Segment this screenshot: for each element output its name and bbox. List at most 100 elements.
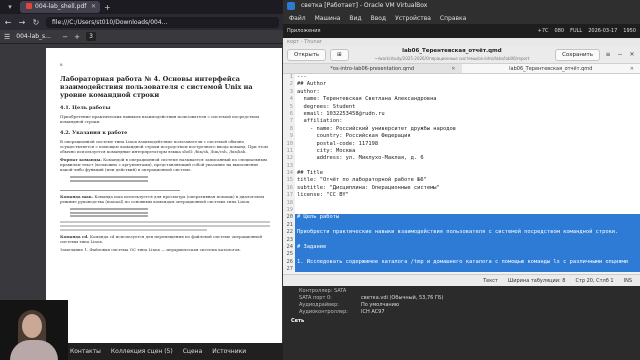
line-number: 21 [283, 221, 295, 230]
line-number: 3 [283, 88, 295, 97]
document-title: lab06_Терентевская_отчёт.qmd [402, 47, 502, 54]
forward-icon[interactable]: → [18, 18, 26, 27]
line-text: degrees: Student [297, 103, 356, 110]
zoom-out-icon[interactable]: − [62, 33, 68, 41]
browser-tab-title: 004-lab_shell.pdf [35, 3, 87, 10]
editor-line[interactable]: 13 [283, 162, 640, 171]
save-button[interactable]: Сохранить [555, 48, 600, 61]
dock-item[interactable]: Сцена [183, 348, 203, 355]
menu-devices[interactable]: Устройства [395, 15, 431, 22]
gedit-window: Открыть ⊞ lab06_Терентевская_отчёт.qmd ~… [283, 46, 640, 286]
panel-tray: +7C 080 FULL 2026-03-17 1950 [538, 28, 640, 34]
editor-line[interactable]: 4 name: Терентевская Светлана Александро… [283, 96, 640, 104]
editor-line[interactable]: 1 --- [283, 74, 640, 82]
page-number-input[interactable]: 3 [86, 32, 97, 41]
minimize-icon[interactable]: − [616, 51, 624, 58]
editor-line[interactable]: 23 [283, 236, 640, 244]
editor-line[interactable]: 22 Приобрести практические навыки взаимод… [283, 229, 640, 237]
menu-input[interactable]: Ввод [371, 15, 386, 22]
menu-machine[interactable]: Машина [315, 15, 341, 22]
line-number: 17 [283, 192, 295, 200]
gedit-title-block: lab06_Терентевская_отчёт.qmd ~/work/stud… [353, 48, 551, 62]
line-text: postal-code: 117198 [297, 140, 379, 147]
line-number: 13 [283, 162, 295, 171]
editor-line[interactable]: 9 country: Российская Федерация [283, 133, 640, 141]
browser-tab[interactable]: 004-lab_shell.pdf ✕ [20, 1, 100, 13]
menu-icon[interactable]: ≡ [604, 51, 612, 58]
close-icon[interactable]: ✕ [628, 51, 636, 58]
applications-menu[interactable]: Приложения [287, 28, 321, 34]
dock-item[interactable]: Коллекция сцен (5) [111, 348, 173, 355]
detail-value: ICH AC97 [361, 309, 385, 315]
menu-help[interactable]: Справка [440, 15, 466, 22]
editor-line[interactable]: 2 ## Author [283, 81, 640, 89]
tab-report[interactable]: lab06_Терентевская_отчёт.qmd ✕ [461, 64, 640, 74]
detail-key: Контроллер: SATA [299, 288, 347, 294]
menu-view[interactable]: Вид [349, 15, 361, 22]
editor-line[interactable]: 8 - name: Российский университет дружбы … [283, 125, 640, 134]
close-tab-icon[interactable]: ✕ [630, 64, 634, 74]
editor-line[interactable]: 26 1. Исследовать содержимое каталога /tm… [283, 258, 640, 267]
editor-line[interactable]: 11 city: Москва [283, 147, 640, 156]
vm-details-panel: Контроллер: SATA SATA порт 0: светка.vdi … [283, 286, 640, 360]
editor-line[interactable]: 6 email: 1032253458@rudn.ru [283, 110, 640, 119]
line-text: - name: Российский университет дружбы на… [297, 125, 457, 132]
editor-line[interactable]: 20 # Цель работы [283, 214, 640, 222]
weather-indicator: +7C [537, 28, 549, 34]
dock-item[interactable]: Контакты [70, 348, 101, 355]
editor-line[interactable]: 3 author: [283, 88, 640, 97]
back-icon[interactable]: ← [4, 18, 12, 27]
guest-top-panel: Приложения +7C 080 FULL 2026-03-17 1950 [283, 24, 640, 38]
line-text: 1. Исследовать содержимое каталога /tmp … [295, 258, 640, 267]
editor-line[interactable]: 5 degrees: Student [283, 103, 640, 111]
cursor-position: Стр 20, Стлб 1 [575, 277, 614, 284]
line-text: name: Терентевская Светлана Александровн… [297, 96, 437, 103]
line-number: 6 [283, 110, 295, 119]
editor-line[interactable]: 12 address: ул. Миклухо-Маклая, д. 6 [283, 155, 640, 163]
zoom-in-icon[interactable]: + [74, 33, 80, 41]
editor-line[interactable]: 7 affiliation: [283, 118, 640, 126]
tab-presentation[interactable]: *os-intro-lab06-presentation.qmd ✕ [283, 64, 462, 73]
guest-display: Приложения +7C 080 FULL 2026-03-17 1950 … [283, 24, 640, 286]
editor-line[interactable]: 18 [283, 199, 640, 208]
sidebar-toggle-icon[interactable]: ☰ [4, 33, 10, 41]
pdf-page: 8 Лабораторная работа № 4. Основы интерф… [46, 48, 282, 358]
new-document-icon[interactable]: ⊞ [330, 48, 349, 61]
editor-line[interactable]: 27 [283, 266, 640, 272]
editor-line[interactable]: 24 # Задание [283, 243, 640, 252]
gedit-statusbar: Текст Ширина табуляции: 8 Стр 20, Стлб 1… [283, 274, 640, 286]
tab-width-selector[interactable]: Ширина табуляции: 8 [508, 278, 566, 284]
text-editor[interactable]: 1 --- 2 ## Author 3 author: 4 name: Терентевск… [283, 74, 640, 272]
detail-row: Аудиодрайвер: По умолчанию [291, 302, 632, 309]
new-tab-icon[interactable]: + [104, 3, 111, 12]
network-section-header[interactable]: Сеть [291, 318, 632, 324]
virtualbox-logo-icon [287, 2, 295, 10]
vbox-window-title: светка [Работает] - Oracle VM VirtualBox [301, 2, 428, 9]
tab-overview-icon[interactable]: ▾ [4, 2, 16, 12]
open-button[interactable]: Открыть [287, 48, 327, 61]
pdf-filename: 004-lab_s... [16, 33, 51, 40]
line-text [295, 163, 297, 170]
language-selector[interactable]: Текст [483, 278, 498, 284]
line-number: 25 [283, 251, 295, 259]
line-text: # Цель работы [295, 214, 640, 222]
dock-item[interactable]: Источники [212, 348, 246, 355]
close-tab-icon[interactable]: ✕ [451, 64, 455, 74]
line-number: 22 [283, 229, 295, 237]
close-tab-icon[interactable]: ✕ [91, 1, 96, 13]
editor-line[interactable]: 25 [283, 251, 640, 259]
address-bar[interactable]: file:///C:/Users/st010/Downloads/004... [46, 16, 279, 28]
line-text: address: ул. Миклухо-Маклая, д. 6 [297, 155, 424, 162]
divider [60, 190, 180, 191]
menu-file[interactable]: Файл [289, 15, 306, 22]
editor-line[interactable]: 17 license: "CC BY" [283, 192, 640, 200]
line-number: 14 [283, 170, 295, 178]
reload-icon[interactable]: ↻ [32, 18, 40, 27]
editor-line[interactable]: 16 subtitle: "Дисциплина: Операционные си… [283, 184, 640, 193]
line-number: 7 [283, 118, 295, 126]
line-text: Приобрести практические навыки взаимодей… [295, 229, 640, 237]
editor-line[interactable]: 10 postal-code: 117198 [283, 140, 640, 148]
line-number: 18 [283, 199, 295, 208]
editor-line[interactable]: 15 title: "Отчёт по лабораторной работе №… [283, 177, 640, 185]
line-number: 16 [283, 184, 295, 193]
